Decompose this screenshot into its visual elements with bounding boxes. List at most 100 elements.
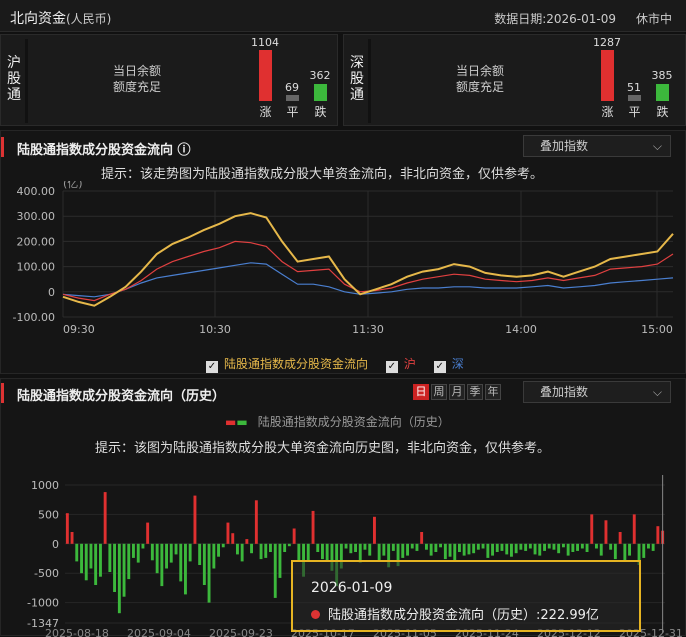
history-bar <box>373 516 376 544</box>
x-tick-label: 14:00 <box>505 323 537 336</box>
history-bar <box>245 539 249 544</box>
history-bar <box>443 543 447 560</box>
history-bar <box>543 543 546 551</box>
sz-up-label: 涨 <box>601 105 614 119</box>
y-tick-label: 200.00 <box>17 235 56 248</box>
history-bar <box>99 543 102 577</box>
y-tick-label: -100.00 <box>13 311 55 324</box>
history-bar <box>632 514 636 544</box>
currency-label: (人民币) <box>66 12 112 26</box>
legend-item-sz[interactable]: ✓ 深 <box>433 357 464 373</box>
page-title: 北向资金 <box>10 11 66 27</box>
history-bar <box>462 543 466 556</box>
legend-item-total[interactable]: ✓ 陆股通指数成分股资金流向 <box>206 357 368 373</box>
history-bar <box>259 543 263 560</box>
history-bar <box>429 543 433 556</box>
history-bar <box>136 543 140 563</box>
history-bar <box>481 543 485 549</box>
history-bar <box>65 513 69 544</box>
sh-balance-label: 当日余额 <box>112 64 161 78</box>
history-bar <box>415 543 419 551</box>
sh-connect-label: 沪股通 <box>7 55 21 103</box>
y-tick-label: -1000 <box>27 597 59 610</box>
x-tick-label: 10:30 <box>199 323 231 336</box>
divider <box>25 39 28 123</box>
sh-flat-bar <box>286 95 299 101</box>
history-overlay-dropdown[interactable]: 叠加指数 ⌵ <box>523 381 671 403</box>
history-bar <box>344 543 348 549</box>
sh-down-label: 跌 <box>314 105 327 119</box>
legend-item-sh[interactable]: ✓ 沪 <box>385 357 416 373</box>
history-bar <box>193 495 197 544</box>
history-bar <box>571 543 575 552</box>
sz-balance-label: 当日余额 <box>455 64 504 78</box>
y-tick-label: 1000 <box>31 479 59 492</box>
tab-week[interactable]: 周 <box>431 384 447 400</box>
history-bar <box>391 543 395 551</box>
history-bar <box>70 532 74 544</box>
y-tick-label: 0 <box>52 538 59 551</box>
overlay-index-label: 叠加指数 <box>540 385 589 399</box>
history-bar <box>448 543 452 557</box>
tab-year[interactable]: 年 <box>485 384 501 400</box>
history-bar <box>425 543 428 550</box>
tab-quarter[interactable]: 季 <box>467 384 483 400</box>
history-bar <box>354 543 357 552</box>
history-bar <box>410 543 414 549</box>
sh-flat-count: 69 <box>285 81 299 94</box>
history-bar <box>467 543 471 555</box>
history-bar <box>231 533 235 544</box>
history-bar <box>221 543 225 548</box>
history-bar <box>278 543 282 578</box>
overlay-index-dropdown[interactable]: 叠加指数 ⌵ <box>523 135 671 157</box>
history-bar <box>122 543 126 597</box>
history-bar <box>217 543 220 557</box>
sz-flat-count: 51 <box>627 81 641 94</box>
history-bar <box>207 543 211 603</box>
history-bar <box>623 543 627 562</box>
history-bar <box>250 543 253 554</box>
history-bar <box>165 543 168 569</box>
y-unit-label: (亿) <box>63 181 83 190</box>
tab-month[interactable]: 月 <box>449 384 465 400</box>
tab-day[interactable]: 日 <box>413 384 429 400</box>
intraday-legend: ✓ 陆股通指数成分股资金流向 ✓ 沪 ✓ 深 <box>206 355 464 373</box>
sz-balance: 当日余额 额度充足 <box>420 63 540 95</box>
sz-down-bar <box>656 84 669 101</box>
tooltip-date: 2026-01-09 <box>311 580 393 596</box>
history-bar <box>150 543 154 561</box>
chart-tooltip: 2026-01-09 陆股通指数成分股资金流向（历史）:222.99亿 <box>291 560 641 632</box>
history-legend: ▬▬ 陆股通指数成分股资金流向（历史） <box>225 415 450 429</box>
sh-up-label: 涨 <box>259 105 272 119</box>
history-bar <box>566 543 570 556</box>
history-bar <box>604 520 608 544</box>
intraday-hint: 提示：该走势图为陆股通指数成分股大单资金流向，非北向资金，仅供参考。 <box>101 167 544 182</box>
y-tick-label: 400.00 <box>17 185 56 198</box>
history-bar <box>273 543 277 598</box>
history-bar <box>377 543 381 562</box>
history-bar <box>647 543 650 549</box>
history-bar <box>75 543 79 562</box>
history-bar <box>321 543 324 560</box>
history-bar <box>311 510 315 544</box>
history-bar <box>406 543 409 556</box>
history-bar <box>505 543 509 555</box>
history-bar <box>132 543 135 558</box>
sh-flat-label: 平 <box>286 105 299 119</box>
history-bar <box>486 543 490 558</box>
history-bar <box>495 543 499 552</box>
history-bar <box>420 532 424 544</box>
history-bar <box>651 543 655 551</box>
history-bar <box>557 543 561 554</box>
history-bar <box>547 543 551 549</box>
y-tick-label: -500 <box>34 567 59 580</box>
history-bar <box>287 543 291 547</box>
history-bar <box>89 543 93 569</box>
intraday-chart[interactable]: (亿) 400.00 300.00 200.00 100.00 0 -100.00 09:30… <box>1 181 686 341</box>
history-bar <box>458 543 461 552</box>
history-bar <box>306 543 310 562</box>
history-title: 陆股通指数成分股资金流向（历史） <box>17 389 226 404</box>
history-bar <box>349 543 353 554</box>
history-bar <box>524 543 528 551</box>
sz-up-count: 1287 <box>593 36 621 49</box>
